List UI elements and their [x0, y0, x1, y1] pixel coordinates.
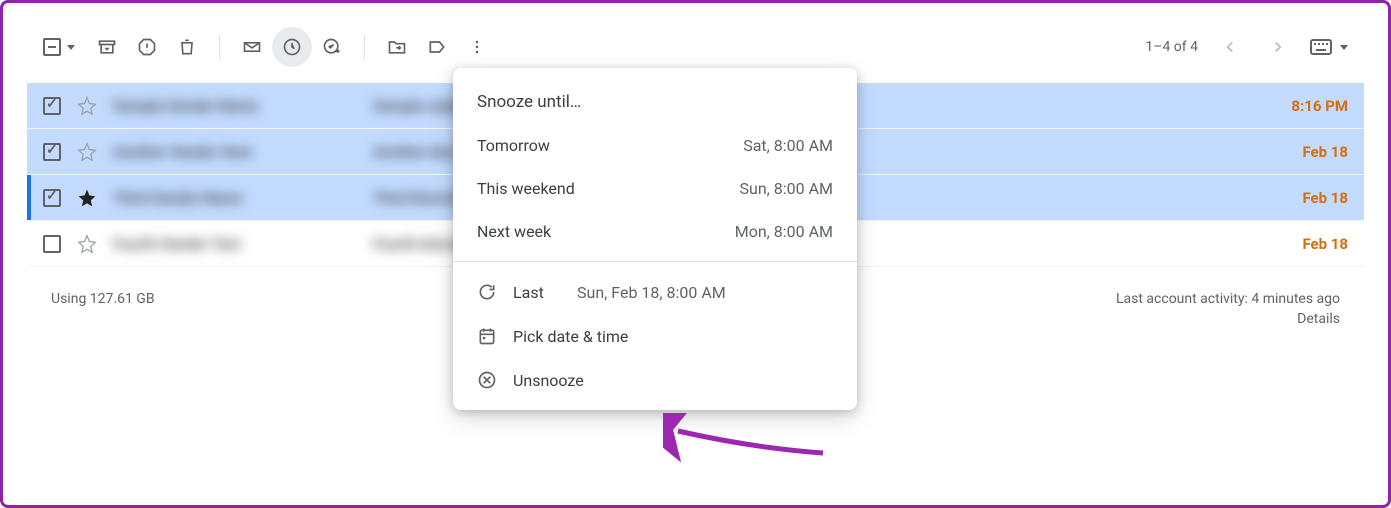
archive-icon [97, 37, 117, 57]
spam-icon [137, 37, 157, 57]
email-date: 8:16 PM [1271, 97, 1348, 115]
separator [364, 35, 365, 59]
last-time: Sun, Feb 18, 8:00 AM [577, 283, 726, 302]
star-button[interactable] [77, 234, 97, 254]
divider [453, 261, 857, 262]
option-label: Next week [477, 222, 551, 241]
snooze-menu-title: Snooze until… [453, 76, 857, 124]
sender-name: Another Sender Here [113, 143, 373, 161]
pick-label: Pick date & time [513, 327, 628, 346]
snooze-pick-date[interactable]: Pick date & time [453, 314, 857, 358]
cancel-icon [477, 370, 497, 390]
email-date: Feb 18 [1282, 143, 1348, 161]
sender-name: Fourth Sender Text [113, 235, 373, 253]
trash-icon [177, 37, 197, 57]
details-link[interactable]: Details [1116, 311, 1340, 327]
star-button[interactable] [77, 188, 97, 208]
annotation-arrow [663, 413, 833, 463]
row-checkbox[interactable] [43, 189, 61, 207]
snooze-last[interactable]: Last Sun, Feb 18, 8:00 AM [453, 270, 857, 314]
calendar-icon [477, 326, 497, 346]
label-icon [427, 37, 447, 57]
chevron-left-icon [1221, 38, 1239, 56]
option-time: Sun, 8:00 AM [740, 179, 834, 198]
sender-name: Third Sender Name [113, 189, 373, 207]
folder-move-icon [387, 37, 407, 57]
activity-text: Last account activity: 4 minutes ago [1116, 291, 1340, 307]
snooze-option-tomorrow[interactable]: Tomorrow Sat, 8:00 AM [453, 124, 857, 167]
star-outline-icon [77, 234, 97, 254]
caret-down-icon [67, 45, 75, 50]
row-checkbox[interactable] [43, 235, 61, 253]
star-outline-icon [77, 142, 97, 162]
toolbar: 1–4 of 4 [27, 23, 1364, 71]
more-vert-icon [467, 37, 487, 57]
caret-down-icon [1340, 45, 1348, 50]
snooze-option-weekend[interactable]: This weekend Sun, 8:00 AM [453, 167, 857, 210]
unsnooze-label: Unsnooze [513, 371, 584, 390]
row-checkbox[interactable] [43, 97, 61, 115]
select-all-checkbox[interactable] [43, 38, 75, 56]
snooze-option-nextweek[interactable]: Next week Mon, 8:00 AM [453, 210, 857, 253]
star-button[interactable] [77, 142, 97, 162]
refresh-icon [477, 282, 497, 302]
mark-unread-button[interactable] [232, 27, 272, 67]
clock-icon [282, 37, 302, 57]
report-spam-button[interactable] [127, 27, 167, 67]
move-to-button[interactable] [377, 27, 417, 67]
email-date: Feb 18 [1282, 189, 1348, 207]
snooze-unsnooze[interactable]: Unsnooze [453, 358, 857, 402]
separator [219, 35, 220, 59]
star-outline-icon [77, 96, 97, 116]
snooze-menu: Snooze until… Tomorrow Sat, 8:00 AM This… [453, 68, 857, 410]
last-label: Last [513, 283, 553, 302]
add-to-tasks-button[interactable] [312, 27, 352, 67]
sender-name: Sample Sender Name [113, 97, 373, 115]
envelope-icon [242, 37, 262, 57]
option-time: Mon, 8:00 AM [735, 222, 833, 241]
next-page-button[interactable] [1262, 31, 1294, 63]
option-time: Sat, 8:00 AM [743, 136, 833, 155]
labels-button[interactable] [417, 27, 457, 67]
task-add-icon [322, 37, 342, 57]
row-checkbox[interactable] [43, 143, 61, 161]
archive-button[interactable] [87, 27, 127, 67]
star-button[interactable] [77, 96, 97, 116]
snooze-button[interactable] [272, 27, 312, 67]
option-label: This weekend [477, 179, 575, 198]
input-tools-button[interactable] [1310, 39, 1348, 55]
delete-button[interactable] [167, 27, 207, 67]
option-label: Tomorrow [477, 136, 550, 155]
more-button[interactable] [457, 27, 497, 67]
pagination-text: 1–4 of 4 [1145, 39, 1198, 55]
keyboard-icon [1310, 39, 1332, 55]
prev-page-button[interactable] [1214, 31, 1246, 63]
chevron-right-icon [1269, 38, 1287, 56]
email-date: Feb 18 [1282, 235, 1348, 253]
star-filled-icon [77, 188, 97, 208]
storage-text: Using 127.61 GB [51, 291, 155, 331]
